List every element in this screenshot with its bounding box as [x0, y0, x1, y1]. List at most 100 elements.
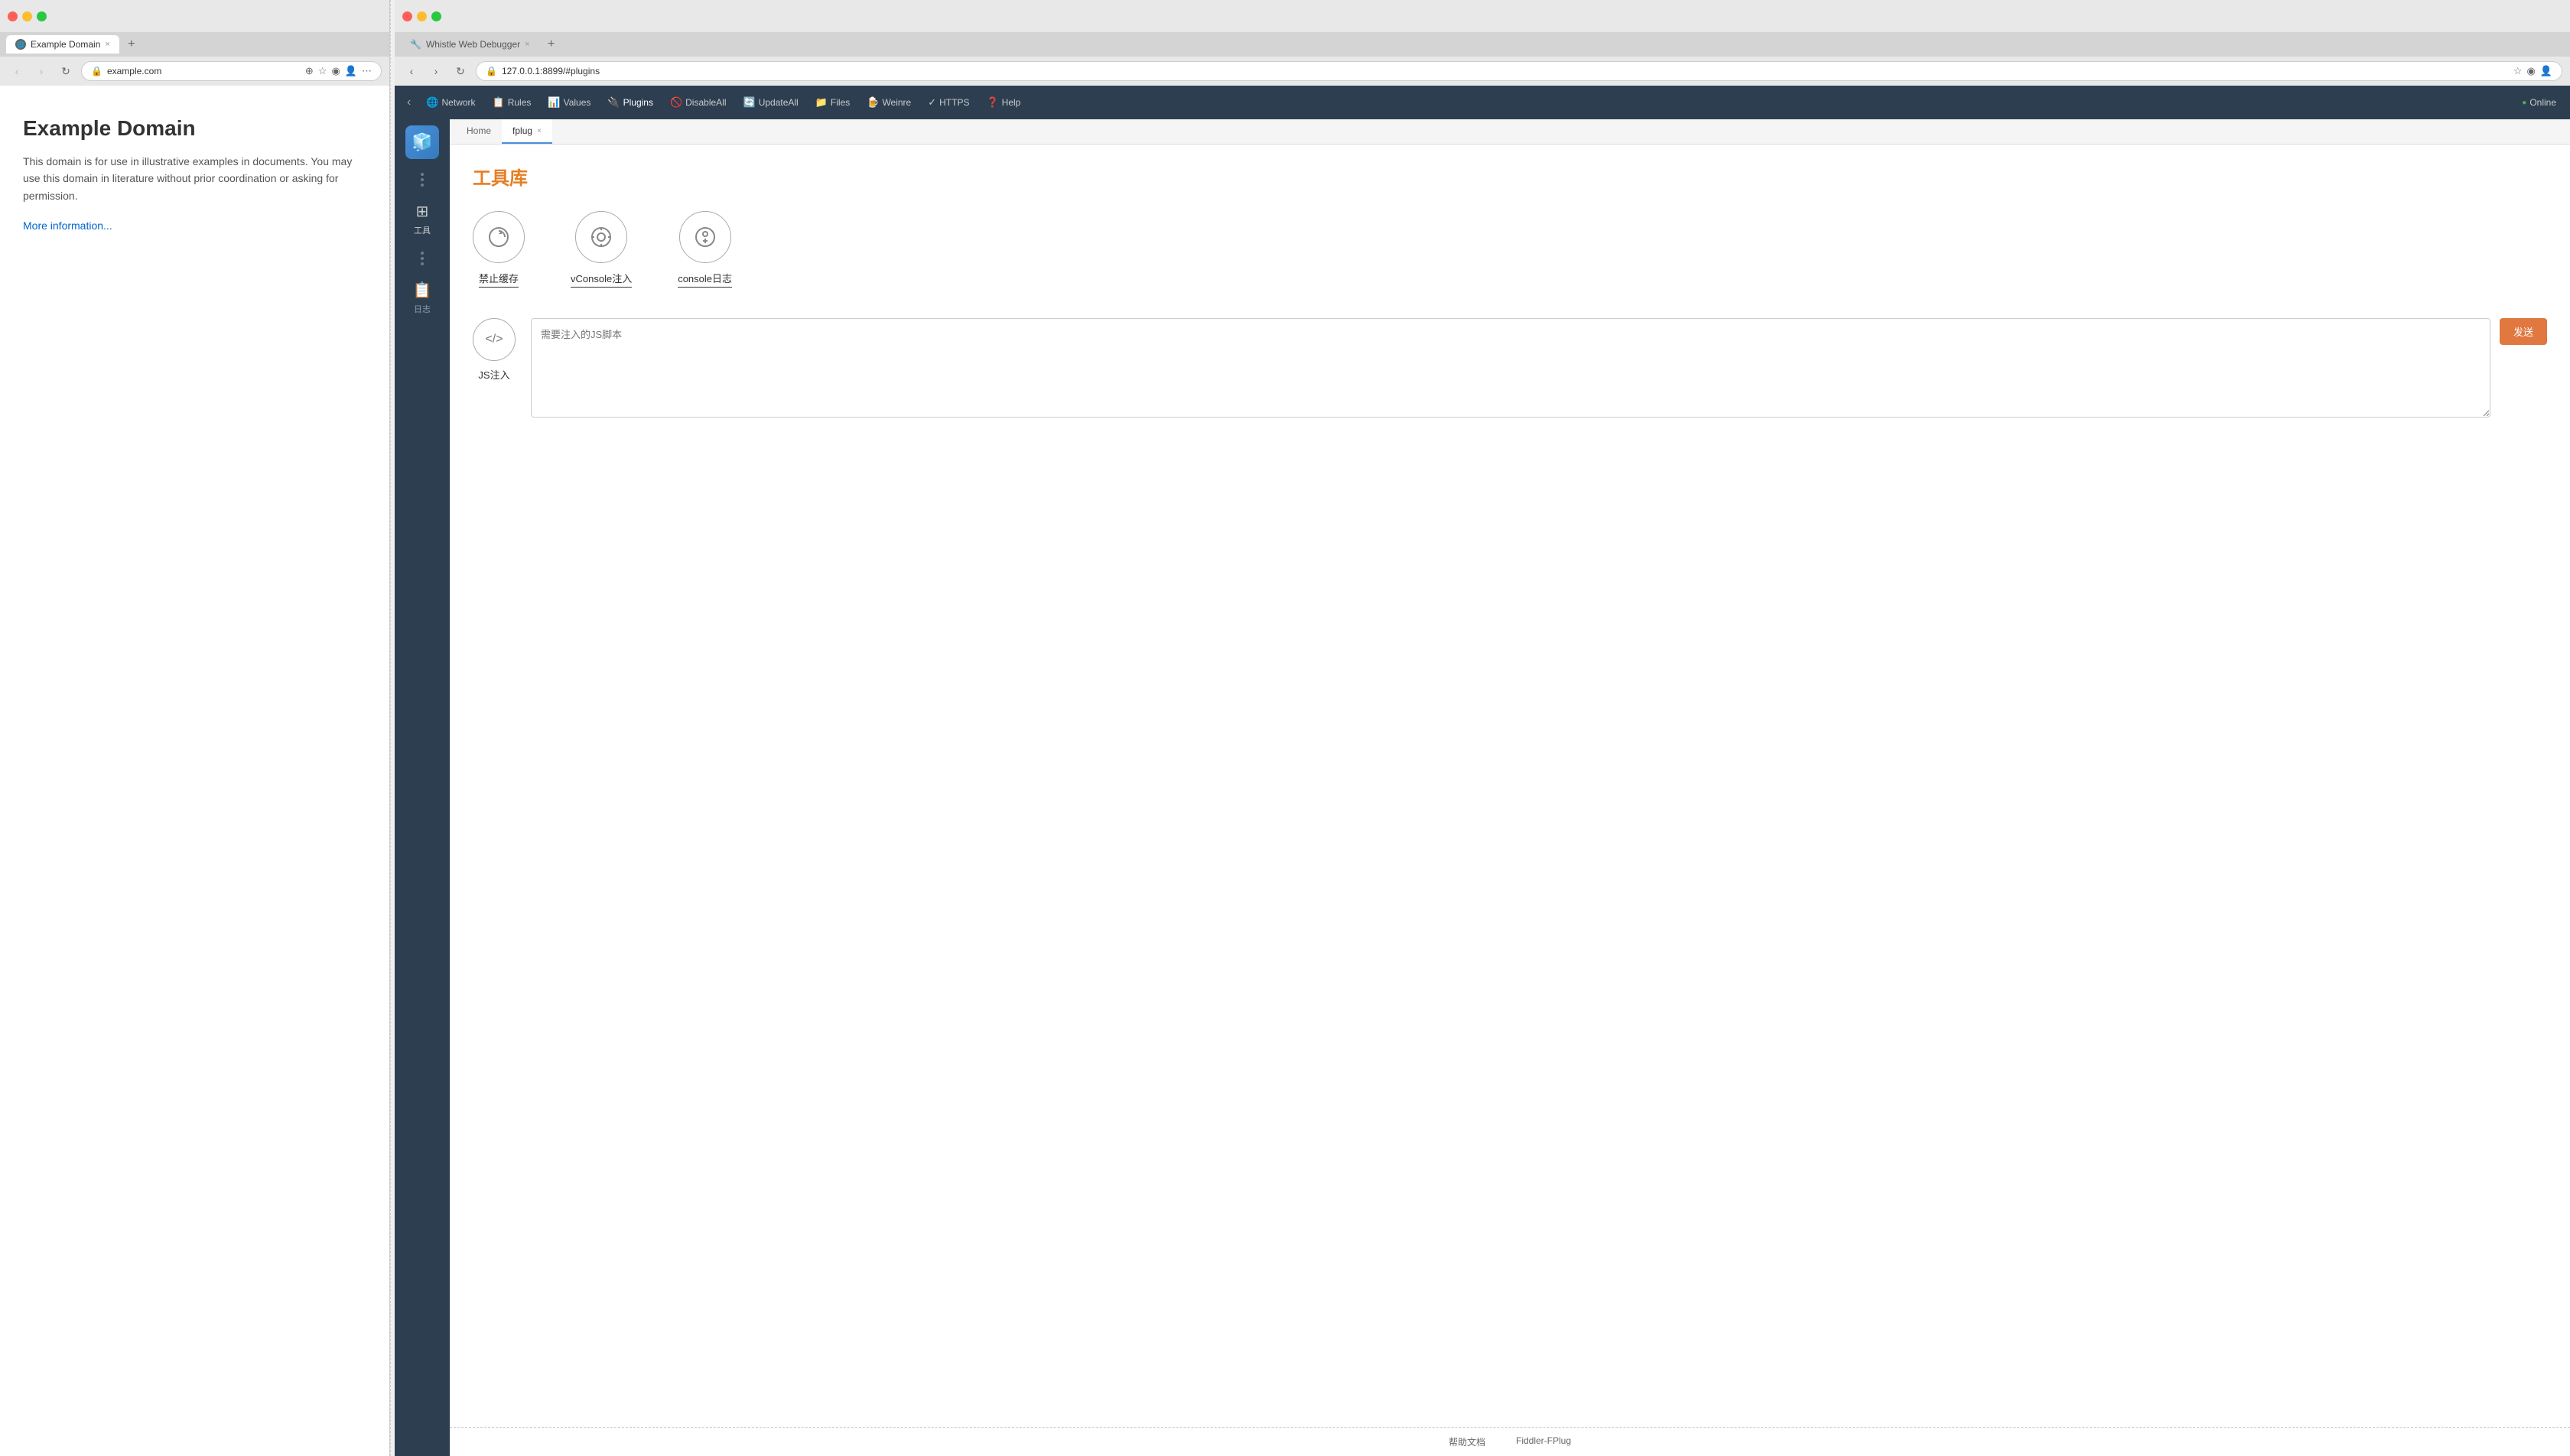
- console-log-icon: [679, 211, 731, 263]
- sidebar-item-tools[interactable]: ⊞ 工具: [395, 194, 450, 244]
- right-address-bar: ‹ › ↻ 🔒 127.0.0.1:8899/#plugins ☆ ◉ 👤: [395, 57, 2570, 86]
- tab-fplug-close[interactable]: ×: [537, 127, 542, 135]
- left-close-button[interactable]: [8, 11, 18, 21]
- right-forward-button[interactable]: ›: [427, 62, 445, 80]
- right-refresh-button[interactable]: ↻: [451, 62, 470, 80]
- toolbar-plugins-label: Plugins: [623, 97, 653, 108]
- more-information-link[interactable]: More information...: [23, 219, 112, 232]
- left-star-icon[interactable]: ☆: [318, 65, 327, 77]
- js-inject-icon-wrap: </> JS注入: [473, 318, 516, 382]
- https-icon: ✓: [928, 96, 936, 109]
- js-send-button[interactable]: 发送: [2500, 318, 2547, 345]
- left-tab-example[interactable]: 🌐 Example Domain ×: [6, 35, 119, 54]
- left-forward-button[interactable]: ›: [32, 62, 50, 80]
- dot-3: [421, 184, 424, 187]
- right-back-button[interactable]: ‹: [402, 62, 421, 80]
- right-traffic-lights: [402, 11, 441, 21]
- left-refresh-button[interactable]: ↻: [57, 62, 75, 80]
- tab-home[interactable]: Home: [456, 119, 502, 144]
- toolbar-network-label: Network: [442, 97, 476, 108]
- dot-4: [421, 252, 424, 255]
- updateall-icon: 🔄: [743, 96, 756, 109]
- tab-fplug-label: fplug: [512, 125, 532, 136]
- left-tab-close[interactable]: ×: [105, 40, 109, 49]
- left-page-content: Example Domain This domain is for use in…: [0, 86, 389, 1456]
- footer-fplug-link[interactable]: Fiddler-FPlug: [1516, 1435, 1571, 1448]
- left-new-tab-button[interactable]: +: [122, 35, 141, 54]
- toolbar-rules[interactable]: 📋 Rules: [485, 92, 539, 113]
- left-chrome: 🌐 Example Domain × + ‹ › ↻ 🔒 example.com…: [0, 0, 389, 86]
- right-tab-close[interactable]: ×: [525, 40, 529, 49]
- sidebar-dots-mid: [421, 244, 424, 273]
- left-translate-icon[interactable]: ⊕: [305, 65, 314, 77]
- toolbar-weinre-label: Weinre: [882, 97, 911, 108]
- page-title: Example Domain: [23, 116, 366, 141]
- tab-fplug[interactable]: fplug ×: [502, 119, 552, 144]
- toolbar-https[interactable]: ✓ HTTPS: [920, 92, 977, 113]
- right-star-icon[interactable]: ☆: [2513, 65, 2523, 77]
- left-profile-icon[interactable]: 👤: [345, 65, 357, 77]
- right-profile-icon[interactable]: 👤: [2540, 65, 2552, 77]
- right-chrome: 🔧 Whistle Web Debugger × + ‹ › ↻ 🔒 127.0…: [395, 0, 2570, 86]
- toolbar-values[interactable]: 📊 Values: [540, 92, 598, 113]
- right-extension-icon[interactable]: ◉: [2526, 65, 2535, 77]
- right-maximize-button[interactable]: [431, 11, 441, 21]
- disableall-icon: 🚫: [670, 96, 682, 109]
- tool-vconsole[interactable]: vConsole注入: [571, 211, 632, 288]
- logo-cube-icon: 🧊: [405, 125, 439, 159]
- toolbar-files-label: Files: [831, 97, 850, 108]
- toolbar-back-button[interactable]: ‹: [401, 91, 417, 114]
- right-new-tab-button[interactable]: +: [542, 35, 561, 54]
- logs-icon: 📋: [413, 281, 432, 300]
- help-icon: ❓: [986, 96, 998, 109]
- files-icon: 📁: [815, 96, 828, 109]
- toolbar-values-label: Values: [564, 97, 591, 108]
- toolbar-help-label: Help: [1002, 97, 1021, 108]
- tabs-bar: Home fplug ×: [450, 119, 2570, 145]
- vconsole-label: vConsole注入: [571, 271, 632, 288]
- js-inject-textarea[interactable]: [531, 318, 2490, 418]
- online-label: Online: [2529, 97, 2556, 108]
- tool-console-log[interactable]: console日志: [678, 211, 732, 288]
- right-close-button[interactable]: [402, 11, 412, 21]
- left-url-text: example.com: [107, 66, 161, 76]
- left-tab-favicon: 🌐: [15, 39, 26, 50]
- plugins-icon: 🔌: [607, 96, 620, 109]
- left-back-button[interactable]: ‹: [8, 62, 26, 80]
- footer: 帮助文档 Fiddler-FPlug: [450, 1427, 2570, 1456]
- left-titlebar: [0, 0, 389, 32]
- sidebar: 🧊 ⊞ 工具: [395, 119, 450, 1456]
- console-log-label: console日志: [678, 271, 732, 288]
- footer-help-link[interactable]: 帮助文档: [1449, 1435, 1485, 1448]
- sidebar-dots-top: [421, 165, 424, 194]
- toolbar-updateall[interactable]: 🔄 UpdateAll: [736, 92, 806, 113]
- left-url-bar[interactable]: 🔒 example.com ⊕ ☆ ◉ 👤 ⋯: [81, 61, 382, 81]
- toolbar-network[interactable]: 🌐 Network: [418, 92, 483, 113]
- right-tab-favicon: 🔧: [410, 39, 421, 50]
- toolbar-help[interactable]: ❓ Help: [978, 92, 1028, 113]
- right-url-bar[interactable]: 🔒 127.0.0.1:8899/#plugins ☆ ◉ 👤: [476, 61, 2562, 81]
- tool-disable-cache[interactable]: 禁止缓存: [473, 211, 525, 288]
- toolbar-weinre[interactable]: 🍺 Weinre: [859, 92, 919, 113]
- left-tab-bar: 🌐 Example Domain × +: [0, 32, 389, 57]
- left-menu-icon[interactable]: ⋯: [362, 65, 372, 77]
- left-circle-icon[interactable]: ◉: [331, 65, 340, 77]
- left-maximize-button[interactable]: [37, 11, 47, 21]
- left-browser: 🌐 Example Domain × + ‹ › ↻ 🔒 example.com…: [0, 0, 390, 1456]
- toolbar-disableall[interactable]: 🚫 DisableAll: [662, 92, 734, 113]
- sidebar-item-logs[interactable]: 📋 日志: [395, 273, 450, 323]
- left-minimize-button[interactable]: [22, 11, 32, 21]
- vconsole-icon: [575, 211, 627, 263]
- tools-grid-icon: ⊞: [416, 202, 429, 221]
- values-icon: 📊: [548, 96, 560, 109]
- right-tab-whistle[interactable]: 🔧 Whistle Web Debugger ×: [401, 35, 539, 54]
- toolbar-files[interactable]: 📁 Files: [808, 92, 858, 113]
- right-tab-bar: 🔧 Whistle Web Debugger × +: [395, 32, 2570, 57]
- toolbar-https-label: HTTPS: [939, 97, 969, 108]
- right-titlebar: [395, 0, 2570, 32]
- whistle-app: ‹ 🌐 Network 📋 Rules 📊 Values 🔌 Plugins: [395, 86, 2570, 1456]
- right-minimize-button[interactable]: [417, 11, 427, 21]
- toolbar-plugins[interactable]: 🔌 Plugins: [600, 92, 661, 113]
- js-inject-icon: </>: [473, 318, 516, 361]
- left-url-bar-icons: ⊕ ☆ ◉ 👤 ⋯: [305, 65, 372, 77]
